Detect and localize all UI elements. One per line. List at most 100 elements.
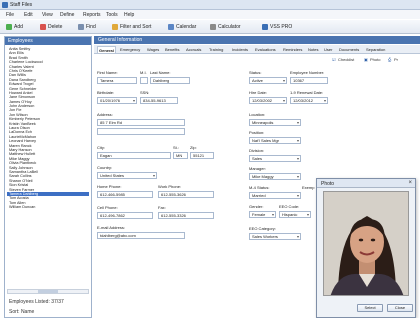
location-select[interactable]: Minneapolis: [249, 119, 301, 126]
manager-select[interactable]: Mike Maggy: [249, 173, 301, 180]
tab-accruals[interactable]: Accruals: [185, 46, 202, 53]
close-photo-button[interactable]: Close: [387, 304, 413, 312]
filter-icon: [112, 24, 118, 30]
tab-benefits[interactable]: Benefits: [164, 46, 180, 53]
position-select[interactable]: Nat'l Sales Mgr: [249, 137, 301, 144]
title-bar: Staff Files: [0, 0, 420, 10]
cell-phone-label: Cell Phone:: [97, 205, 118, 210]
tab-training[interactable]: Training: [208, 46, 224, 53]
tab-incidents[interactable]: Incidents: [231, 46, 249, 53]
cell-phone-field[interactable]: 612-496-7862: [97, 212, 153, 219]
eeo-category-label: EEO Category:: [249, 226, 276, 231]
status-select[interactable]: Active: [249, 77, 287, 84]
address-field[interactable]: 85 7 Elm Rd: [97, 119, 185, 126]
employee-list-item[interactable]: William Duncan: [7, 205, 89, 209]
menu-file[interactable]: File: [6, 12, 14, 18]
eeo-code-select[interactable]: Hispanic: [279, 211, 311, 218]
gender-label: Gender:: [249, 204, 264, 209]
zip-label: Zip:: [190, 145, 197, 150]
delete-icon: [40, 24, 46, 30]
menu-help[interactable]: Help: [124, 12, 134, 18]
employee-list: Anita Smithy Ann Ellis Brad Smith Charlene …: [7, 47, 89, 209]
mi-field[interactable]: [140, 77, 148, 84]
tab-reminders[interactable]: Reminders: [282, 46, 303, 53]
photo-link[interactable]: Photo: [370, 57, 380, 62]
tab-wages[interactable]: Wages: [146, 46, 160, 53]
tab-notes[interactable]: Notes: [307, 46, 319, 53]
calendar-icon: [168, 24, 174, 30]
calendar-button[interactable]: Calendar: [168, 23, 196, 31]
vss-pro-button[interactable]: VSS PRO: [262, 23, 292, 31]
employee-list-panel: Employees Anita Smithy Ann Ellis Brad Smit…: [4, 36, 92, 318]
tab-bar: General Emergency Wages Benefits Accrual…: [94, 45, 420, 54]
add-icon: [6, 24, 12, 30]
record-actions: ☑ Checklist ▣ Photo ⎙ Pr: [94, 56, 420, 64]
find-button[interactable]: Find: [78, 23, 96, 31]
tab-separation[interactable]: Separation: [365, 46, 386, 53]
print-link[interactable]: Pr: [394, 57, 398, 62]
address-line2-field[interactable]: [97, 128, 185, 135]
work-phone-label: Work Phone:: [158, 184, 182, 189]
home-phone-label: Home Phone:: [97, 184, 122, 189]
work-phone-field[interactable]: 612-555-3626: [158, 191, 214, 198]
scrollbar-thumb[interactable]: [38, 290, 58, 293]
print-icon: ⎙: [388, 57, 392, 62]
last-name-field[interactable]: Dahlberg: [150, 77, 190, 84]
checklist-icon: ☑: [332, 57, 336, 62]
calculator-button[interactable]: Calculator: [210, 23, 241, 31]
menu-reports[interactable]: Reports: [83, 12, 101, 18]
gender-select[interactable]: Female: [249, 211, 276, 218]
eeo-code-label: EEO Code:: [279, 204, 300, 209]
zip-field[interactable]: 55121: [190, 152, 214, 159]
toolbar: Add Delete Find Filter and Sort Calendar…: [0, 20, 420, 34]
tab-general[interactable]: General: [97, 46, 116, 53]
birthdate-field[interactable]: 01/20/1976: [97, 97, 137, 104]
city-field[interactable]: Eagan: [97, 152, 171, 159]
tab-evaluations[interactable]: Evaluations: [254, 46, 277, 53]
manager-label: Manager:: [249, 166, 266, 171]
section-header: General Information: [94, 36, 420, 44]
email-field[interactable]: tdahlberg@abc.com: [97, 232, 185, 239]
photo-dialog: Photo × Select Close: [316, 178, 416, 318]
renewal-date-label: 1-9 Renewal Date:: [290, 90, 324, 95]
birthdate-label: Birthdate:: [97, 90, 115, 95]
employee-photo-graphic: [324, 192, 408, 295]
menu-view[interactable]: View: [42, 12, 53, 18]
fax-field[interactable]: 612-555-3326: [158, 212, 214, 219]
menu-tools[interactable]: Tools: [106, 12, 118, 18]
add-button[interactable]: Add: [6, 23, 23, 31]
hire-date-field[interactable]: 12/03/2002: [249, 97, 287, 104]
delete-button[interactable]: Delete: [40, 23, 62, 31]
home-phone-field[interactable]: 612-466-5985: [97, 191, 153, 198]
app-icon: [2, 2, 8, 8]
photo-dialog-titlebar[interactable]: Photo ×: [317, 179, 415, 188]
division-select[interactable]: Sales: [249, 155, 301, 162]
eeo-category-select[interactable]: Sales Workers: [249, 233, 301, 240]
renewal-date-field[interactable]: 12/03/2012: [290, 97, 328, 104]
close-icon[interactable]: ×: [408, 180, 412, 186]
tab-emergency[interactable]: Emergency: [119, 46, 141, 53]
menu-bar: File Edit View Define Reports Tools Help: [0, 10, 420, 19]
employee-number-field[interactable]: 10367: [290, 77, 328, 84]
first-name-field[interactable]: Tamera: [97, 77, 137, 84]
checklist-link[interactable]: Checklist: [338, 57, 354, 62]
mi-label: M.I.: [140, 70, 147, 75]
hire-date-label: Hire Date:: [249, 90, 268, 95]
address-label: Address:: [97, 112, 113, 117]
employee-number-label: Employee Number:: [290, 70, 325, 75]
country-field[interactable]: United States: [97, 172, 157, 179]
exempt-label: Exemp: [302, 185, 315, 190]
filter-sort-button[interactable]: Filter and Sort: [112, 23, 151, 31]
menu-edit[interactable]: Edit: [24, 12, 33, 18]
city-label: City:: [97, 145, 105, 150]
horizontal-scrollbar[interactable]: [7, 289, 89, 294]
menu-define[interactable]: Define: [60, 12, 74, 18]
photo-icon: ▣: [364, 57, 368, 62]
select-photo-button[interactable]: Select: [357, 304, 383, 312]
ssn-field[interactable]: 834-55-9613: [140, 97, 178, 104]
marital-status-select[interactable]: Married: [249, 192, 301, 199]
state-field[interactable]: MN: [173, 152, 188, 159]
tab-documents[interactable]: Documents: [338, 46, 360, 53]
tab-user[interactable]: User: [323, 46, 333, 53]
marital-status-label: M-4 Status:: [249, 185, 270, 190]
